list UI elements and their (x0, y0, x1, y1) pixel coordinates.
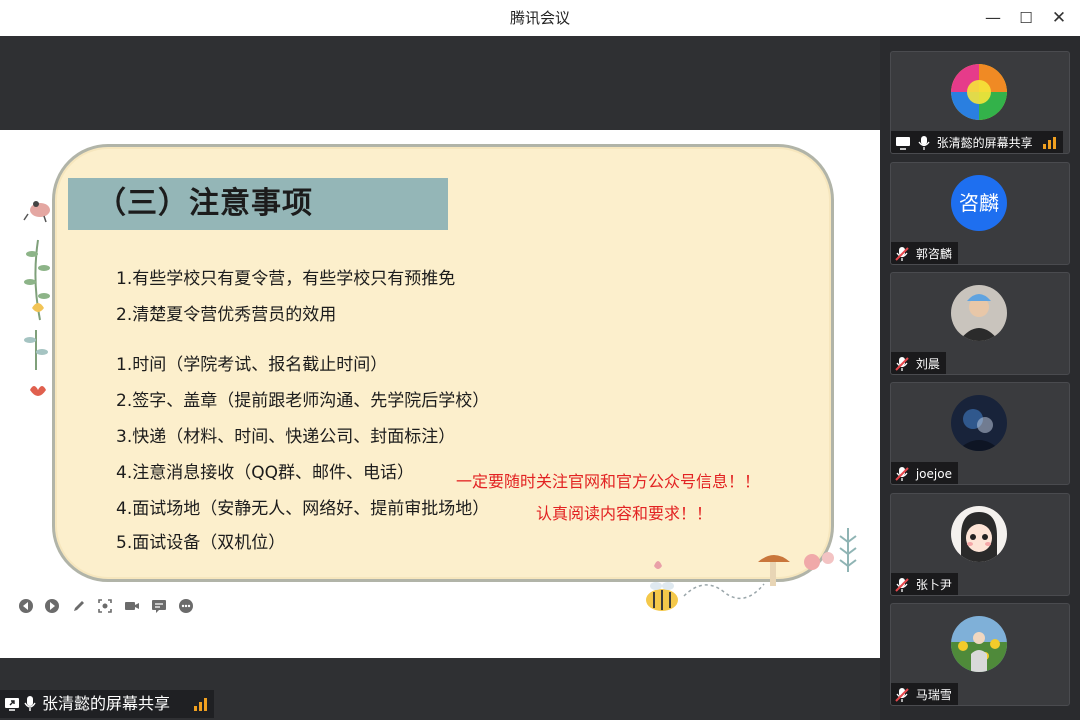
more-options-icon[interactable] (178, 598, 194, 614)
participant-nameplate: 马瑞雪 (891, 683, 958, 705)
participant-tile[interactable]: 张卜尹 (890, 493, 1070, 596)
participant-nameplate: 张清懿的屏幕共享 (891, 131, 1063, 153)
screen-share-icon (896, 136, 910, 150)
slide-line: 3.快递（材料、时间、快递公司、封面标注） (116, 427, 456, 447)
sunflower-avatar (951, 616, 1007, 672)
participant-name: 刘晨 (915, 356, 940, 371)
slide-heading: （三）注意事项 (96, 186, 313, 221)
signal-strength-icon (1042, 136, 1056, 149)
participant-name: 张卜尹 (915, 577, 952, 592)
participant-nameplate: 刘晨 (891, 352, 946, 374)
participant-name: joejoe (915, 466, 952, 481)
red-note: 认真阅读内容和要求！！ (536, 504, 713, 523)
rainbow-avatar (951, 64, 1007, 120)
heading-banner: （三）注意事项 (68, 178, 448, 230)
muted-microphone-icon (895, 466, 909, 481)
photo-avatar (951, 285, 1007, 341)
bee-mushroom-decoration-icon (646, 528, 857, 611)
participant-tile[interactable]: joejoe (890, 382, 1070, 485)
slide-line: 2.签字、盖章（提前跟老师沟通、先学院后学校） (116, 391, 490, 411)
muted-microphone-icon (895, 577, 909, 592)
participant-tile[interactable]: 张清懿的屏幕共享 (890, 51, 1070, 154)
participant-name: 张清懿的屏幕共享 (936, 135, 1033, 150)
presentation-slide: （三）注意事项 1.有些学校只有夏令营，有些学校只有预推免 2.清楚夏令营优秀营… (0, 130, 880, 658)
slide-line: 4.面试场地（安静无人、网络好、提前审批场地） (116, 499, 490, 519)
signal-strength-icon (194, 698, 207, 711)
minimize-icon: — (985, 8, 1001, 27)
slide-line: 1.时间（学院考试、报名截止时间） (116, 355, 388, 375)
window-title: 腾讯会议 (509, 9, 570, 27)
muted-microphone-icon (895, 246, 909, 261)
slide-line: 2.清楚夏令营优秀营员的效用 (116, 305, 337, 325)
screen-share-icon (5, 698, 19, 711)
muted-microphone-icon (895, 356, 909, 371)
pen-icon[interactable] (71, 598, 87, 614)
title-bar: 腾讯会议 — ☐ ✕ (0, 0, 1080, 37)
participant-tile[interactable]: 马瑞雪 (890, 603, 1070, 706)
maximize-button[interactable]: ☐ (1013, 6, 1039, 30)
participant-name: 郭咨麟 (915, 246, 952, 261)
microphone-icon (24, 696, 36, 711)
participant-nameplate: 张卜尹 (891, 573, 958, 595)
photo-avatar (951, 395, 1007, 451)
participant-sidebar: 张清懿的屏幕共享 咨麟 郭咨麟 刘晨 joejoe 张卜尹 马瑞雪 (880, 36, 1080, 720)
participant-nameplate: joejoe (891, 462, 958, 484)
next-slide-icon[interactable] (44, 598, 60, 614)
subtitle-icon[interactable] (151, 598, 167, 614)
red-note: 一定要随时关注官网和官方公众号信息！！ (456, 472, 761, 491)
maximize-icon: ☐ (1019, 9, 1033, 27)
slide-line: 5.面试设备（双机位） (116, 533, 286, 553)
previous-slide-icon[interactable] (18, 598, 34, 614)
participant-tile[interactable]: 刘晨 (890, 272, 1070, 375)
screen-share-label: 张清懿的屏幕共享 (0, 690, 214, 718)
slide-line: 4.注意消息接收（QQ群、邮件、电话） (116, 463, 414, 483)
participant-tile[interactable]: 咨麟 郭咨麟 (890, 162, 1070, 265)
close-button[interactable]: ✕ (1046, 6, 1072, 30)
participant-nameplate: 郭咨麟 (891, 242, 958, 264)
close-icon: ✕ (1051, 8, 1067, 28)
microphone-icon (918, 135, 930, 150)
muted-microphone-icon (895, 687, 909, 702)
camera-icon[interactable] (124, 598, 140, 614)
screenshot-icon[interactable] (97, 598, 113, 614)
participant-name: 马瑞雪 (915, 687, 952, 702)
share-label-text: 张清懿的屏幕共享 (42, 694, 171, 713)
cartoon-avatar (951, 506, 1007, 562)
shared-screen-area: （三）注意事项 1.有些学校只有夏令营，有些学校只有预推免 2.清楚夏令营优秀营… (0, 36, 880, 720)
minimize-button[interactable]: — (980, 6, 1006, 30)
initials-avatar: 咨麟 (951, 175, 1007, 231)
slide-line: 1.有些学校只有夏令营，有些学校只有预推免 (116, 269, 456, 289)
